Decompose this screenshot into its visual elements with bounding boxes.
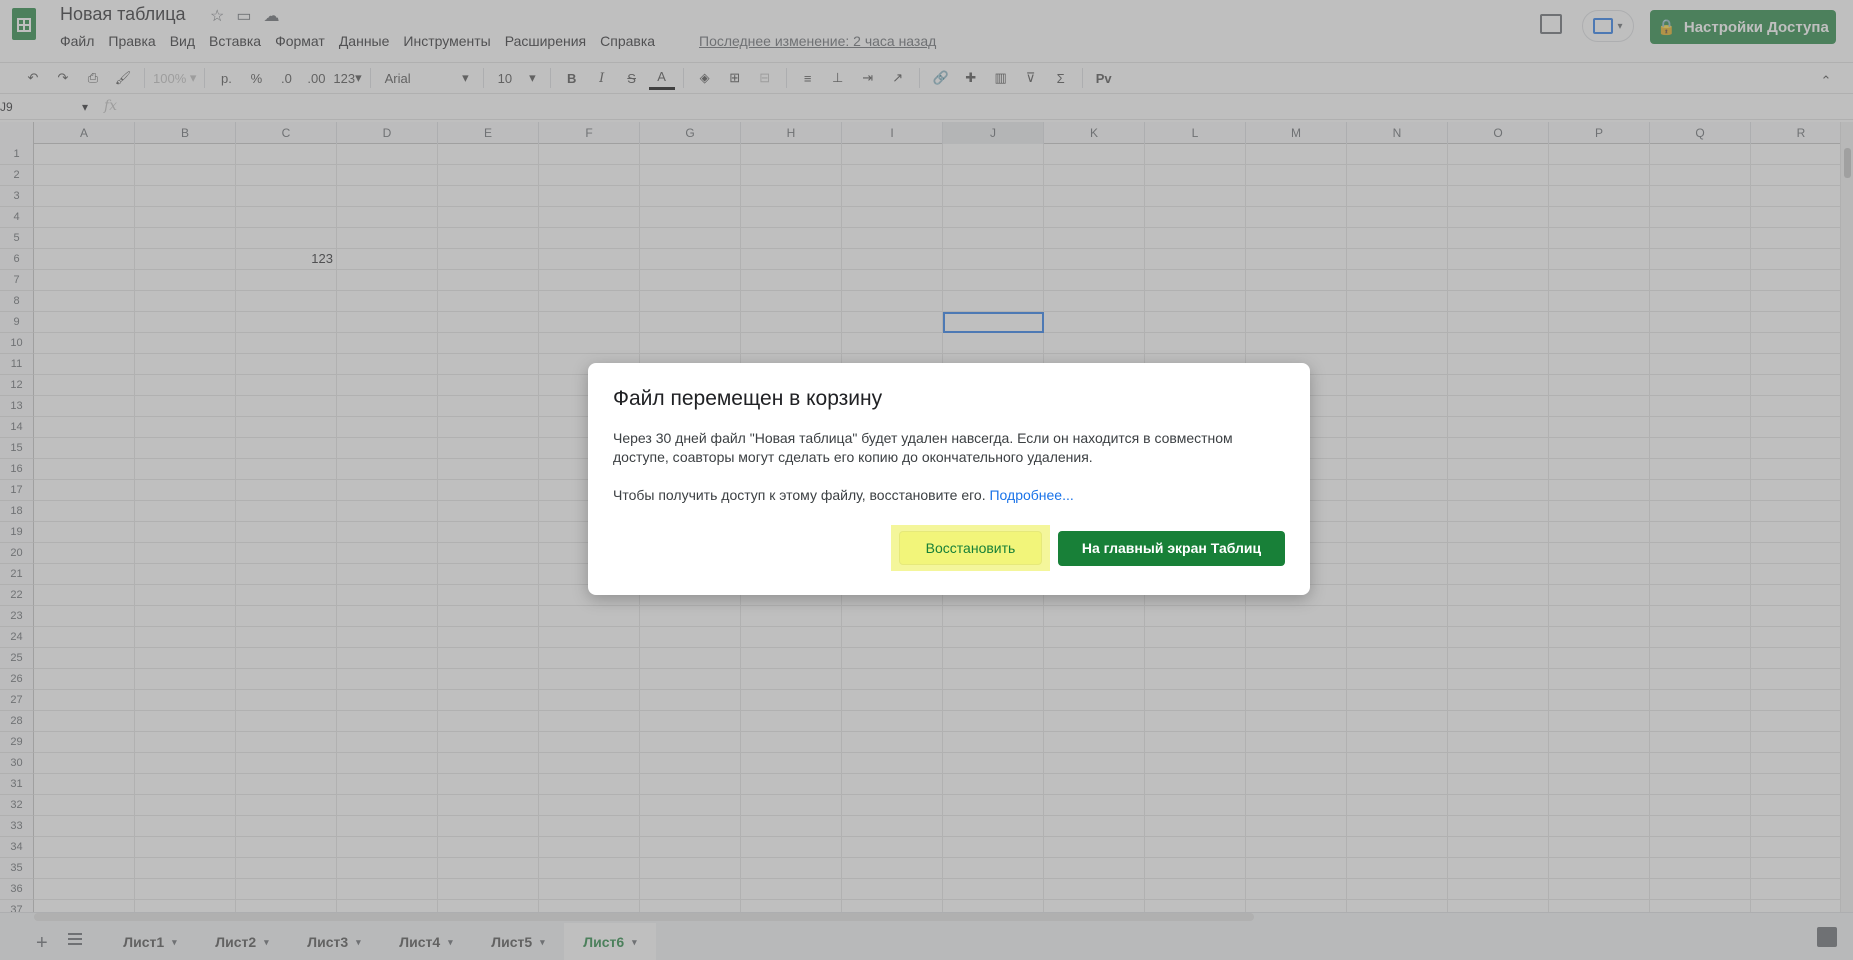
restore-hint-text: Чтобы получить доступ к этому файлу, вос…	[613, 487, 986, 503]
sheets-home-button[interactable]: На главный экран Таблиц	[1058, 530, 1285, 566]
restore-button[interactable]: Восстановить	[899, 531, 1042, 565]
trash-dialog: Файл перемещен в корзину Через 30 дней ф…	[588, 363, 1310, 595]
dialog-actions: Восстановить На главный экран Таблиц	[891, 525, 1285, 571]
restore-highlight: Восстановить	[891, 525, 1050, 571]
dialog-title: Файл перемещен в корзину	[613, 387, 883, 410]
dialog-body: Через 30 дней файл "Новая таблица" будет…	[613, 430, 1233, 465]
learn-more-link[interactable]: Подробнее...	[989, 487, 1073, 503]
dialog-restore-hint: Чтобы получить доступ к этому файлу, вос…	[613, 487, 1285, 503]
